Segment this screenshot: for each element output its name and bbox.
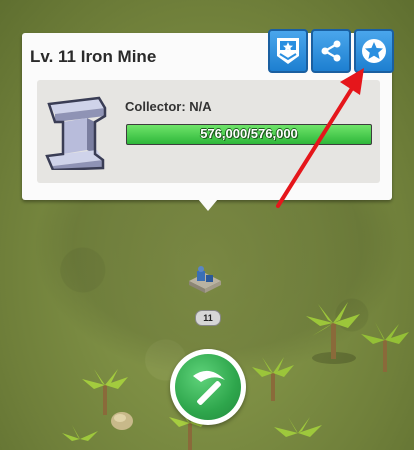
panel-pointer: [198, 199, 218, 211]
iron-ingot-icon: [45, 96, 107, 170]
storage-progress-text: 576,000/576,000: [200, 126, 298, 141]
palm-tree: [274, 417, 322, 437]
star-icon: [362, 39, 386, 63]
storage-progress-bar: 576,000/576,000: [126, 124, 372, 145]
share-button[interactable]: [311, 29, 351, 73]
palm-tree: [62, 425, 98, 441]
building-info-panel: Lv. 11 Iron Mine Collector: N/A 576,000/…: [22, 29, 394, 200]
pickaxe-icon: [193, 370, 225, 405]
rank-button[interactable]: [268, 29, 308, 73]
rock: [111, 412, 133, 430]
collector-label: Collector: N/A: [125, 99, 212, 114]
iron-mine-building[interactable]: [187, 263, 223, 297]
favorite-button[interactable]: [354, 29, 394, 73]
collect-button-inner: [175, 354, 241, 420]
badge-star-icon: [277, 38, 299, 64]
share-icon: [321, 40, 341, 62]
building-details: Collector: N/A 576,000/576,000: [37, 80, 380, 183]
palm-tree: [252, 357, 294, 401]
building-title: Lv. 11 Iron Mine: [30, 47, 157, 66]
collect-button[interactable]: [170, 349, 246, 425]
palm-tree: [361, 322, 409, 372]
building-level-badge: 11: [195, 310, 221, 326]
